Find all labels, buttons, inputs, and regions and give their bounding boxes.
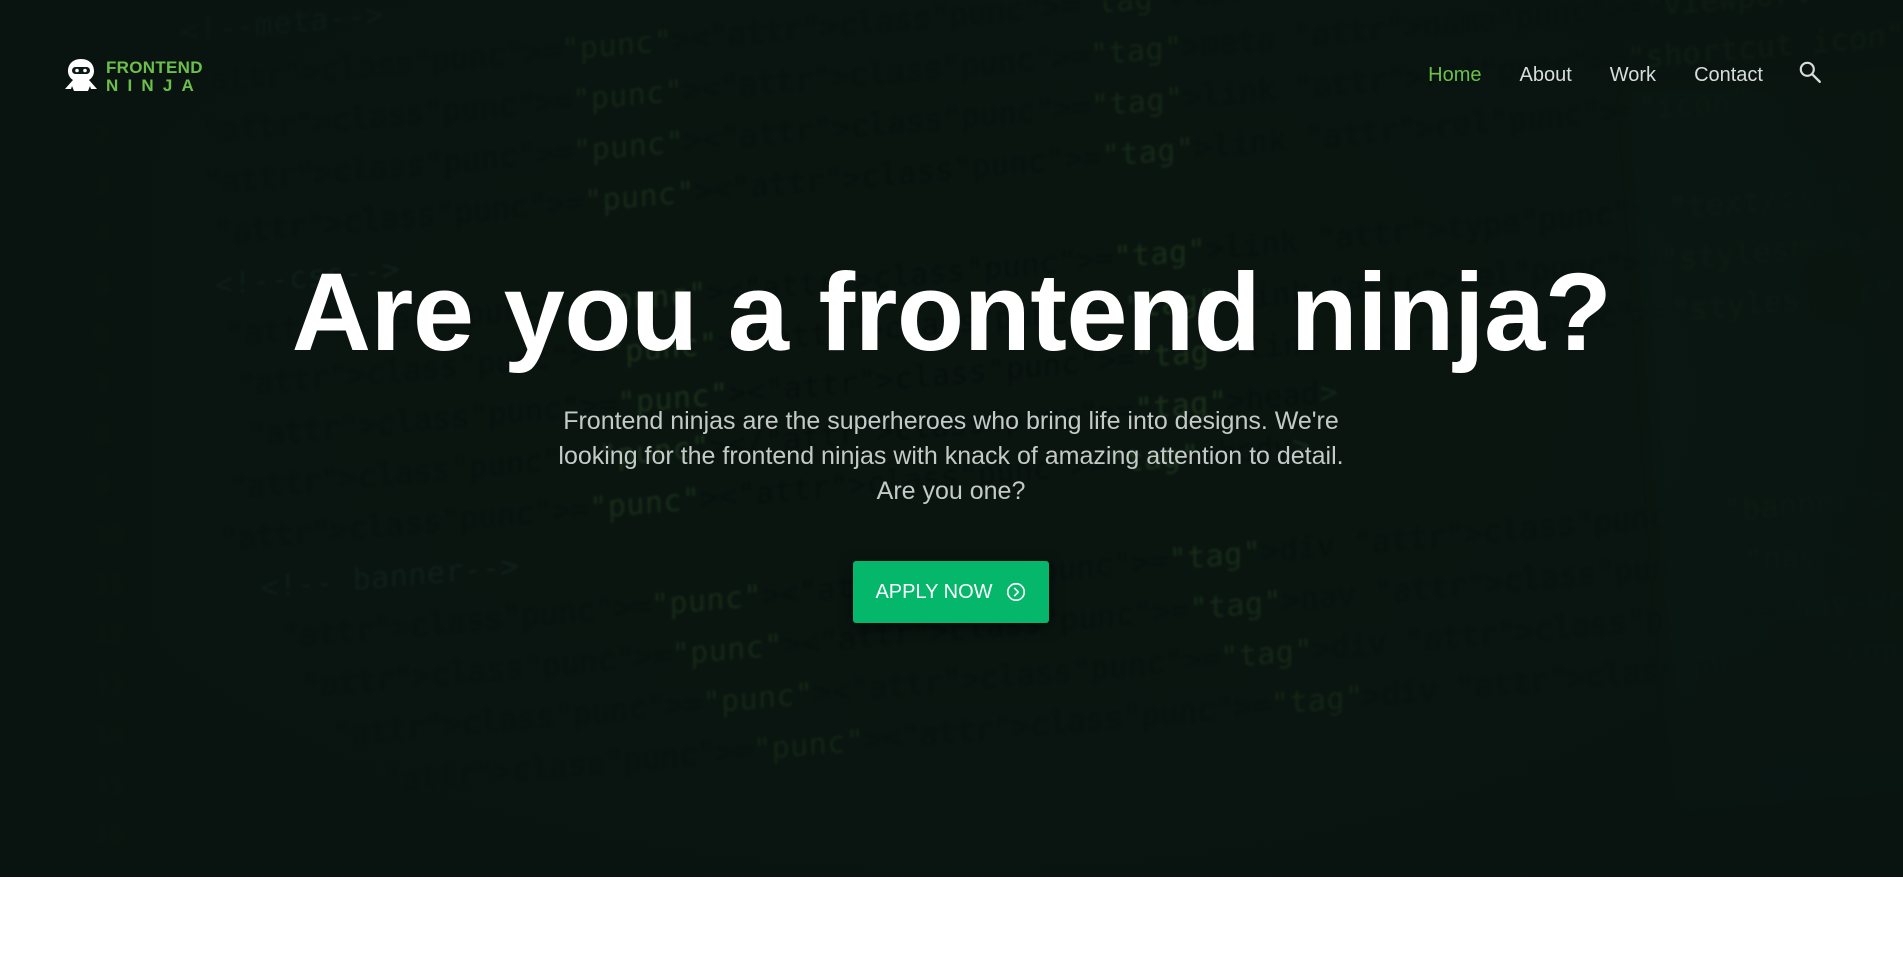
- brand-line1: FRONTEND: [106, 57, 203, 77]
- hero-section: 12345678910111213141516 <!--meta-->"attr…: [0, 0, 1903, 877]
- search-icon[interactable]: [1797, 59, 1823, 85]
- hero-subtitle: Frontend ninjas are the superheroes who …: [558, 407, 1344, 505]
- apply-now-button[interactable]: APPLY NOW: [853, 561, 1049, 623]
- brand-logo[interactable]: FRONTEND NINJA: [62, 56, 203, 96]
- nav-contact[interactable]: Contact: [1694, 64, 1763, 87]
- nav-home[interactable]: Home: [1428, 64, 1481, 87]
- brand-wordmark: FRONTEND NINJA: [106, 59, 203, 94]
- brand-line2: NINJA: [106, 75, 204, 95]
- nav-work[interactable]: Work: [1610, 64, 1656, 87]
- apply-now-label: APPLY NOW: [875, 580, 993, 603]
- hero-title: Are you a frontend ninja?: [291, 251, 1612, 374]
- nav-about[interactable]: About: [1519, 64, 1571, 87]
- ninja-logo-icon: [65, 59, 97, 91]
- chevron-right-circle-icon: [1006, 582, 1025, 602]
- main-nav: Home About Work Contact: [1428, 59, 1823, 88]
